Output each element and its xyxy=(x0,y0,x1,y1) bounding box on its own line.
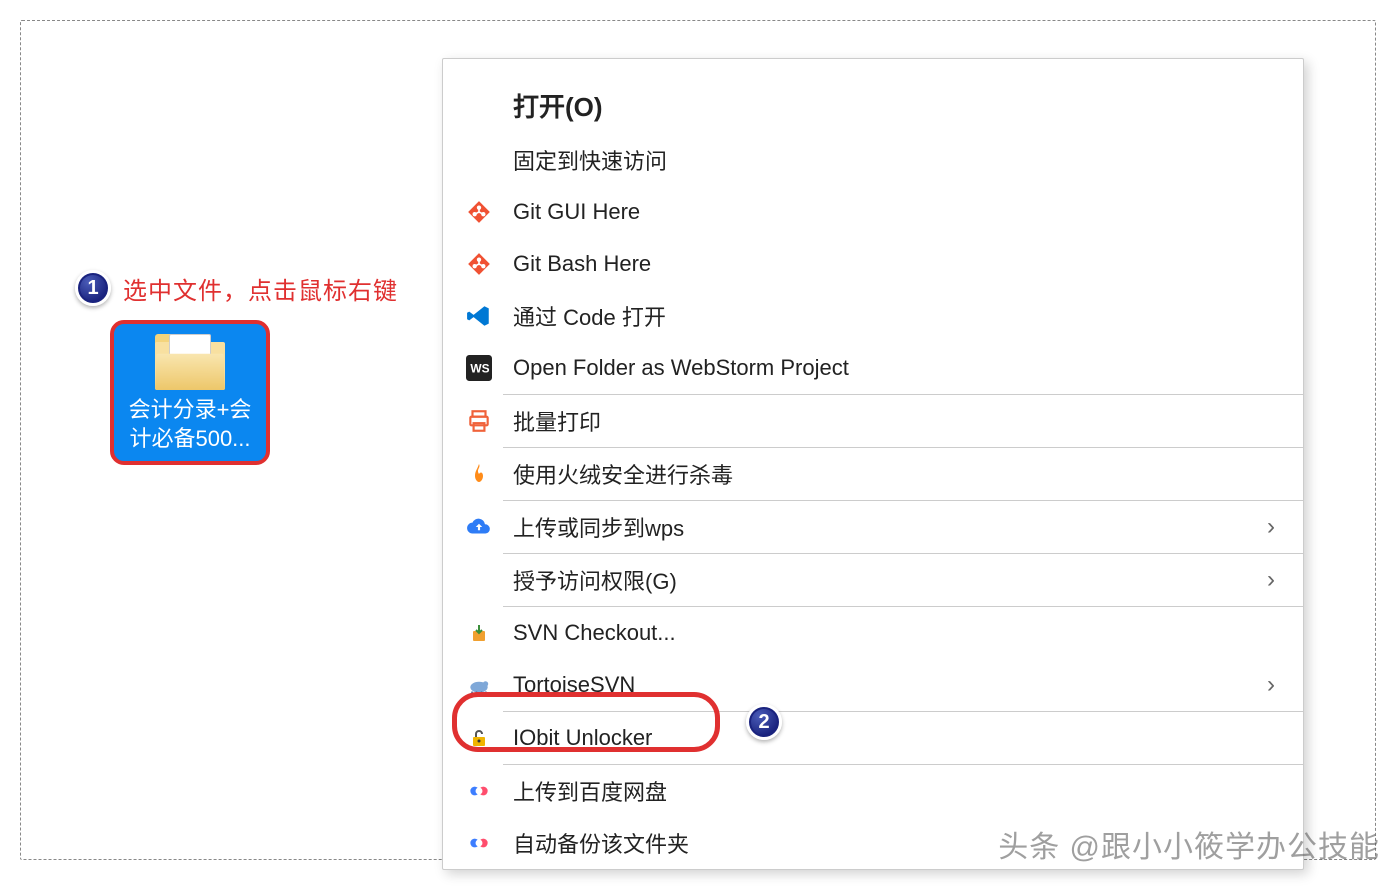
menu-iobit-label: IObit Unlocker xyxy=(513,725,652,751)
menu-wps-label: 上传或同步到wps xyxy=(513,511,684,543)
menu-baidu-upload[interactable]: 上传到百度网盘 xyxy=(443,765,1303,817)
menu-grant-access[interactable]: 授予访问权限(G) › xyxy=(443,554,1303,606)
menu-iobit-unlocker[interactable]: IObit Unlocker xyxy=(443,712,1303,764)
unlock-icon xyxy=(463,722,495,754)
badge-2: 2 xyxy=(746,704,782,740)
selected-folder[interactable]: 会计分录+会 计必备500... xyxy=(110,320,270,465)
baidu-pan-icon xyxy=(463,827,495,859)
tortoise-icon xyxy=(463,669,495,701)
menu-svn-checkout-label: SVN Checkout... xyxy=(513,620,676,646)
menu-git-bash[interactable]: Git Bash Here xyxy=(443,238,1303,290)
menu-access-label: 授予访问权限(G) xyxy=(513,564,677,596)
git-icon xyxy=(463,248,495,280)
menu-open-with-code[interactable]: 通过 Code 打开 xyxy=(443,290,1303,342)
menu-open-webstorm[interactable]: WS Open Folder as WebStorm Project xyxy=(443,342,1303,394)
menu-git-gui-label: Git GUI Here xyxy=(513,199,640,225)
annotation-1-text: 选中文件，点击鼠标右键 xyxy=(123,271,398,306)
menu-batch-print-label: 批量打印 xyxy=(513,405,601,437)
menu-tortoisesvn[interactable]: TortoiseSVN › xyxy=(443,659,1303,711)
menu-git-gui[interactable]: Git GUI Here xyxy=(443,186,1303,238)
vscode-icon xyxy=(463,300,495,332)
menu-huorong-scan[interactable]: 使用火绒安全进行杀毒 xyxy=(443,448,1303,500)
menu-baidu-backup-label: 自动备份该文件夹 xyxy=(513,827,689,859)
menu-wps-upload[interactable]: 上传或同步到wps › xyxy=(443,501,1303,553)
annotation-step-1: 1 选中文件，点击鼠标右键 xyxy=(75,270,398,306)
folder-label: 会计分录+会 计必备500... xyxy=(129,396,252,453)
menu-vscode-label: 通过 Code 打开 xyxy=(513,300,666,332)
chevron-right-icon: › xyxy=(1267,671,1275,699)
folder-icon xyxy=(155,334,225,390)
cloud-upload-icon xyxy=(463,511,495,543)
menu-batch-print[interactable]: 批量打印 xyxy=(443,395,1303,447)
flame-icon xyxy=(463,458,495,490)
menu-huorong-label: 使用火绒安全进行杀毒 xyxy=(513,458,733,490)
context-menu: 打开(O) 固定到快速访问 Git GUI Here Git Bash Here… xyxy=(442,58,1304,870)
svn-checkout-icon xyxy=(463,617,495,649)
menu-baidu-label: 上传到百度网盘 xyxy=(513,775,667,807)
svg-text:WS: WS xyxy=(470,361,489,375)
menu-open[interactable]: 打开(O) xyxy=(443,77,1303,134)
chevron-right-icon: › xyxy=(1267,566,1275,594)
menu-git-bash-label: Git Bash Here xyxy=(513,251,651,277)
webstorm-icon: WS xyxy=(463,352,495,384)
menu-tortoise-label: TortoiseSVN xyxy=(513,672,635,698)
menu-pin-quick-access[interactable]: 固定到快速访问 xyxy=(443,134,1303,186)
chevron-right-icon: › xyxy=(1267,513,1275,541)
baidu-pan-icon xyxy=(463,775,495,807)
badge-1: 1 xyxy=(75,270,111,306)
printer-icon xyxy=(463,405,495,437)
menu-webstorm-label: Open Folder as WebStorm Project xyxy=(513,355,849,381)
menu-open-label: 打开(O) xyxy=(513,87,603,124)
menu-svn-checkout[interactable]: SVN Checkout... xyxy=(443,607,1303,659)
watermark: 头条 @跟小小筱学办公技能 xyxy=(998,822,1380,866)
menu-pin-label: 固定到快速访问 xyxy=(513,144,667,176)
git-icon xyxy=(463,196,495,228)
